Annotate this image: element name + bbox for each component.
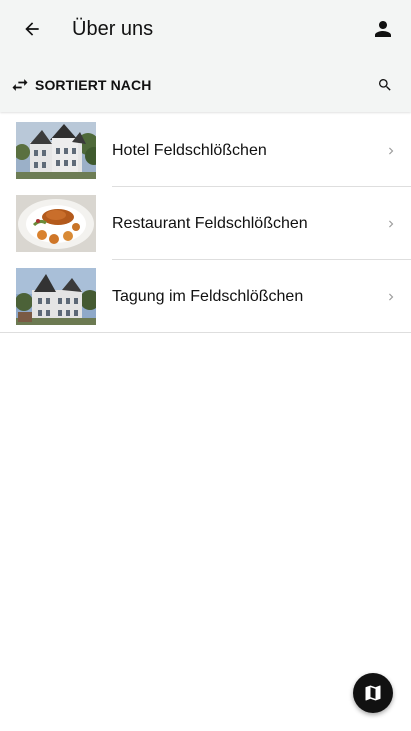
search-button[interactable] [359,58,411,112]
divider [0,332,411,333]
list-item[interactable]: Hotel Feldschlößchen [0,114,411,187]
chevron-right-icon [371,217,411,231]
sort-label: SORTIERT NACH [35,77,152,93]
sort-bar: SORTIERT NACH [0,58,411,112]
sort-button[interactable]: SORTIERT NACH [10,75,151,95]
list-item[interactable]: Restaurant Feldschlößchen [0,187,411,260]
content-list: Hotel Feldschlößchen Restaurant Feldschl… [0,114,411,333]
food-plate-photo [16,195,96,252]
chevron-right-icon [371,144,411,158]
account-button[interactable] [355,0,411,58]
list-item-label: Tagung im Feldschlößchen [112,287,304,305]
back-button[interactable] [0,0,64,58]
person-icon [375,21,391,37]
map-icon [365,685,381,701]
list-item-label: Restaurant Feldschlößchen [112,214,308,232]
map-button[interactable] [353,673,393,713]
top-bar: Über uns [0,0,411,58]
arrow-left-icon [25,22,39,36]
list-item-label: Hotel Feldschlößchen [112,141,267,159]
chevron-right-icon [371,290,411,304]
hotel-building-photo [16,122,96,179]
page-title: Über uns [72,17,154,40]
list-item[interactable]: Tagung im Feldschlößchen [0,260,411,333]
app-screen: Über uns SORTIERT NACH Hotel Feldschlößc… [0,0,411,731]
search-icon [379,79,391,91]
swap-arrows-icon [12,79,28,91]
app-header: Über uns SORTIERT NACH [0,0,411,112]
hotel-exterior-photo [16,268,96,325]
